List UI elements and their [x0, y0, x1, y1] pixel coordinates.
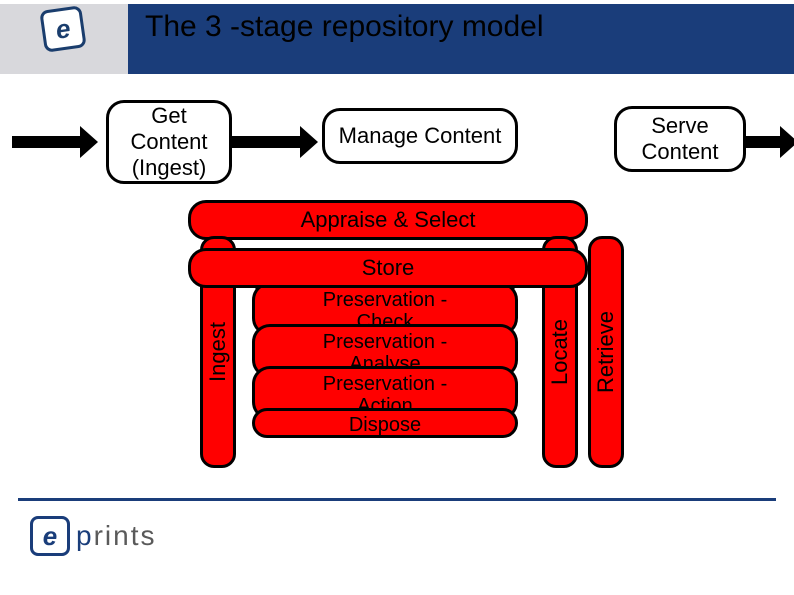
- stage-label: Manage Content: [339, 123, 502, 149]
- stage-row: Get Content (Ingest) Manage Content Serv…: [10, 100, 784, 190]
- bar-store: Store: [188, 248, 588, 288]
- horizontal-bars: Appraise & Select Store: [188, 200, 588, 296]
- stage-label: Serve Content: [641, 113, 718, 165]
- footer-logo: e prints: [30, 516, 156, 556]
- vbar-label: Locate: [547, 319, 573, 385]
- eprints-e-icon: e: [30, 516, 70, 556]
- box-dispose: Dispose: [252, 408, 518, 438]
- stage-get-content: Get Content (Ingest): [106, 100, 232, 184]
- vbar-label: Retrieve: [593, 311, 619, 393]
- slide-header: e The 3 -stage repository model: [0, 0, 794, 84]
- stage-serve-content: Serve Content: [614, 106, 746, 172]
- header-e-logo: e: [39, 5, 86, 52]
- stage-label: Get Content (Ingest): [130, 103, 207, 181]
- vbar-retrieve: Retrieve: [588, 236, 624, 468]
- arrow-icon: [744, 136, 782, 148]
- vbar-label: Ingest: [205, 322, 231, 382]
- eprints-wordmark: prints: [76, 520, 156, 552]
- center-stack: Index Preservation - Check Preservation …: [252, 264, 518, 438]
- arrow-icon: [232, 136, 302, 148]
- arrow-icon: [12, 136, 82, 148]
- footer-divider: [18, 498, 776, 501]
- stage-manage-content: Manage Content: [322, 108, 518, 164]
- slide-title: The 3 -stage repository model: [145, 10, 544, 44]
